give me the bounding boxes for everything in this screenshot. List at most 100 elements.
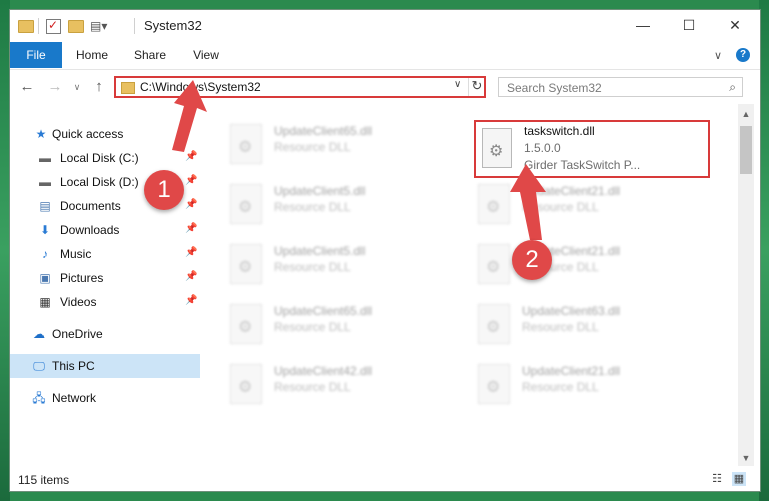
list-item[interactable]: UpdateClient5.dll Resource DLL (202, 178, 442, 234)
back-arrow-icon[interactable]: ← (18, 78, 36, 96)
file-name: UpdateClient21.dll (522, 184, 621, 198)
sidebar-item-onedrive[interactable]: ☁ OneDrive (10, 322, 200, 346)
list-item[interactable]: UpdateClient65.dll Resource DLL (202, 298, 442, 354)
dll-file-icon (230, 244, 262, 284)
dll-file-icon (230, 184, 262, 224)
pin-icon[interactable]: 📌 (185, 271, 197, 282)
minimize-button[interactable]: — (620, 10, 666, 40)
dll-file-icon (478, 364, 510, 404)
selected-file-taskswitch[interactable]: taskswitch.dll 1.5.0.0 Girder TaskSwitch… (474, 120, 710, 178)
sidebar-item-label: OneDrive (52, 327, 103, 341)
drive-icon: ▬ (39, 151, 51, 165)
list-item[interactable]: UpdateClient42.dll Resource DLL (202, 358, 442, 414)
file-name: UpdateClient5.dll (274, 184, 366, 198)
tab-file[interactable]: File (10, 42, 62, 68)
chevron-down-icon[interactable]: ∨ (454, 79, 461, 90)
tab-view[interactable]: View (184, 42, 228, 68)
address-bar[interactable]: C:\Windows\System32 ∨ ↻ (114, 76, 486, 98)
list-item[interactable]: UpdateClient21.dll Resource DLL (450, 358, 690, 414)
sidebar-item-label: Videos (60, 295, 97, 309)
search-box[interactable]: Search System32 ⌕ (498, 77, 743, 97)
sidebar-item-label: Network (52, 391, 97, 405)
step-marker-2: 2 (512, 240, 552, 280)
cloud-icon: ☁ (33, 327, 45, 341)
sidebar-item-quick-access[interactable]: ★ Quick access (10, 122, 200, 146)
tab-share[interactable]: Share (128, 42, 172, 68)
music-icon: ♪ (42, 247, 48, 261)
sidebar-item-label: Local Disk (C:) (60, 151, 139, 165)
pin-icon[interactable]: 📌 (185, 199, 197, 210)
dll-file-icon (230, 364, 262, 404)
title-bar: ▤▾ System32 — ☐ ✕ (10, 10, 760, 42)
file-type: Resource DLL (274, 140, 351, 154)
sidebar-item-label: This PC (52, 359, 95, 373)
folder-icon (121, 82, 135, 94)
file-version: 1.5.0.0 (524, 141, 561, 155)
file-name: UpdateClient65.dll (274, 304, 373, 318)
sidebar-item-videos[interactable]: ▦ Videos 📌 (10, 290, 200, 314)
new-folder-icon[interactable] (68, 20, 84, 33)
list-item[interactable]: UpdateClient21.dll Resource DLL (450, 178, 690, 234)
file-explorer-window: ▤▾ System32 — ☐ ✕ File Home Share View ∨… (9, 9, 761, 492)
file-name: UpdateClient42.dll (274, 364, 373, 378)
pin-icon[interactable]: 📌 (185, 223, 197, 234)
file-name: UpdateClient21.dll (522, 364, 621, 378)
sidebar-item-local-disk-c[interactable]: ▬ Local Disk (C:) 📌 (10, 146, 200, 170)
file-type: Resource DLL (274, 320, 351, 334)
pin-icon[interactable]: 📌 (185, 151, 197, 162)
pin-icon[interactable]: 📌 (185, 247, 197, 258)
navigation-bar: ← → ∨ ↑ C:\Windows\System32 ∨ ↻ Search S… (10, 70, 760, 104)
drive-icon: ▬ (39, 175, 51, 189)
list-item[interactable]: UpdateClient65.dll Resource DLL (202, 118, 442, 174)
dll-file-icon (482, 128, 512, 168)
close-button[interactable]: ✕ (712, 10, 758, 40)
dll-file-icon (478, 304, 510, 344)
address-path[interactable]: C:\Windows\System32 (140, 80, 261, 94)
item-count: 115 items (18, 473, 70, 487)
help-icon[interactable]: ? (736, 48, 750, 62)
window-title: System32 (144, 18, 202, 33)
details-view-icon[interactable]: ☷ (710, 472, 724, 486)
vertical-scrollbar[interactable]: ▲ ▼ (738, 104, 754, 466)
file-name: UpdateClient65.dll (274, 124, 373, 138)
expand-ribbon-icon[interactable]: ∨ (714, 49, 722, 62)
large-icons-view-icon[interactable]: ▦ (732, 472, 746, 486)
file-type: Resource DLL (522, 380, 599, 394)
recent-locations-icon[interactable]: ∨ (68, 78, 86, 96)
file-type: Resource DLL (522, 200, 599, 214)
file-name: UpdateClient5.dll (274, 244, 366, 258)
pin-icon[interactable]: 📌 (185, 295, 197, 306)
status-bar: 115 items ☷ ▦ (10, 468, 760, 491)
folder-icon[interactable] (18, 20, 34, 33)
search-icon[interactable]: ⌕ (729, 80, 736, 95)
sidebar-item-network[interactable]: 🖧 Network (10, 386, 200, 410)
sidebar-item-label: Music (60, 247, 92, 261)
search-input[interactable]: Search System32 (507, 81, 602, 95)
list-item[interactable]: UpdateClient63.dll Resource DLL (450, 298, 690, 354)
pin-icon[interactable]: 📌 (185, 175, 197, 186)
dll-file-icon (230, 124, 262, 164)
scroll-up-icon[interactable]: ▲ (738, 106, 754, 122)
properties-icon[interactable] (46, 18, 61, 34)
scrollbar-thumb[interactable] (740, 126, 752, 174)
customize-toolbar-icon[interactable]: ▤▾ (90, 19, 107, 37)
maximize-button[interactable]: ☐ (666, 10, 712, 40)
ribbon-tabs: File Home Share View ∨ ? (10, 42, 760, 70)
sidebar-item-pictures[interactable]: ▣ Pictures 📌 (10, 266, 200, 290)
up-arrow-icon[interactable]: ↑ (90, 78, 108, 96)
sidebar-item-music[interactable]: ♪ Music 📌 (10, 242, 200, 266)
list-item[interactable]: UpdateClient5.dll Resource DLL (202, 238, 442, 294)
refresh-icon[interactable]: ↻ (468, 78, 485, 96)
sidebar-item-this-pc[interactable]: 🖵 This PC (10, 354, 200, 378)
sidebar-item-label: Pictures (60, 271, 104, 285)
list-item[interactable]: UpdateClient21.dll Resource DLL (450, 238, 690, 294)
divider (134, 18, 135, 34)
download-icon: ⬇ (39, 223, 51, 237)
sidebar-item-downloads[interactable]: ⬇ Downloads 📌 (10, 218, 200, 242)
file-type: Resource DLL (274, 200, 351, 214)
sidebar-item-label: Documents (60, 199, 121, 213)
scroll-down-icon[interactable]: ▼ (738, 450, 754, 466)
file-name: UpdateClient63.dll (522, 304, 621, 318)
tab-home[interactable]: Home (70, 42, 114, 68)
forward-arrow-icon[interactable]: → (46, 78, 64, 96)
